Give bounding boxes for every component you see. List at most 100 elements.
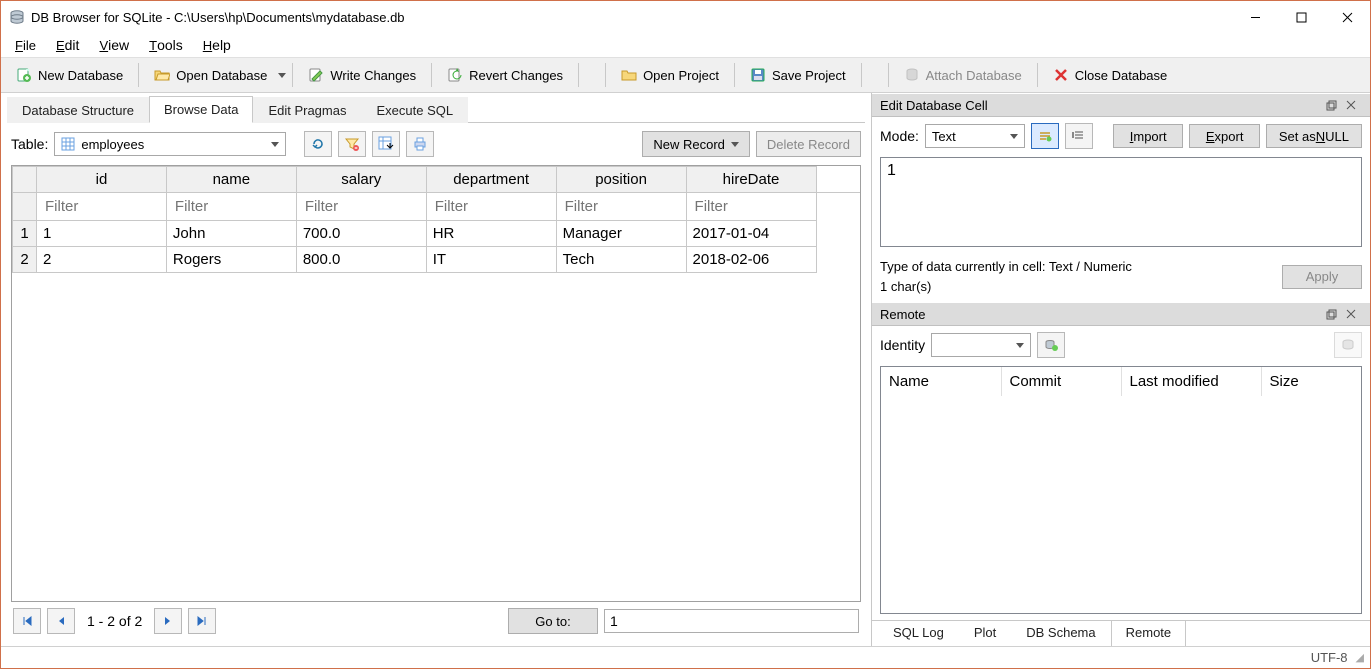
close-panel-icon[interactable] [1346,309,1362,319]
delete-record-button[interactable]: Delete Record [756,131,861,157]
resize-grip-icon[interactable]: ◢ [1356,651,1362,664]
bottom-tab-remote[interactable]: Remote [1111,621,1187,647]
mode-select[interactable]: Text [925,124,1025,148]
filter-name[interactable] [173,197,290,216]
save-table-button[interactable] [372,131,400,157]
bottom-tab-db-schema[interactable]: DB Schema [1011,621,1110,647]
remote-col-last-modified[interactable]: Last modified [1121,367,1261,396]
identity-refresh-button[interactable] [1037,332,1065,358]
menu-edit[interactable]: Edit [48,35,87,55]
set-null-button[interactable]: Set as NULL [1266,124,1362,148]
import-button[interactable]: Import [1113,124,1183,148]
bottom-tab-sql-log[interactable]: SQL Log [878,621,959,647]
menu-file[interactable]: File [7,35,44,55]
close-database-label: Close Database [1075,68,1168,83]
cell-hiredate[interactable]: 2017-01-04 [686,221,816,247]
cell-salary[interactable]: 800.0 [296,247,426,273]
column-header-row: id name salary department position hireD… [13,167,861,193]
column-header-id[interactable]: id [37,167,167,193]
close-button[interactable] [1324,1,1370,33]
close-panel-icon[interactable] [1346,100,1362,110]
cell-value-textarea[interactable]: 1 [880,157,1362,247]
apply-button[interactable]: Apply [1282,265,1362,289]
cell-id[interactable]: 2 [37,247,167,273]
table-select-value: employees [81,137,144,152]
revert-changes-label: Revert Changes [469,68,563,83]
column-header-name[interactable]: name [166,167,296,193]
chevron-down-icon [731,142,739,147]
row-number[interactable]: 1 [13,221,37,247]
column-header-hiredate[interactable]: hireDate [686,167,816,193]
clear-filters-button[interactable] [338,131,366,157]
new-record-button[interactable]: New Record [642,131,750,157]
open-project-button[interactable]: Open Project [612,62,728,88]
bottom-tab-plot[interactable]: Plot [959,621,1011,647]
cell-department[interactable]: HR [426,221,556,247]
edit-cell-title: Edit Database Cell [880,98,1322,113]
toolbar-separator [1037,63,1038,87]
print-button[interactable] [406,131,434,157]
cell-name[interactable]: Rogers [166,247,296,273]
remote-col-commit[interactable]: Commit [1001,367,1121,396]
column-header-salary[interactable]: salary [296,167,426,193]
filter-hiredate[interactable] [693,197,810,216]
tab-browse-data[interactable]: Browse Data [149,96,253,123]
push-button[interactable] [1334,332,1362,358]
remote-col-name[interactable]: Name [881,367,1001,396]
cell-position[interactable]: Manager [556,221,686,247]
undock-icon[interactable] [1326,309,1342,320]
tab-database-structure[interactable]: Database Structure [7,97,149,123]
filter-department[interactable] [433,197,550,216]
filter-salary[interactable] [303,197,420,216]
revert-changes-button[interactable]: Revert Changes [438,62,572,88]
menu-help[interactable]: Help [195,35,239,55]
write-changes-button[interactable]: Write Changes [299,62,425,88]
cell-id[interactable]: 1 [37,221,167,247]
maximize-button[interactable] [1278,1,1324,33]
tab-execute-sql[interactable]: Execute SQL [361,97,468,123]
remote-table[interactable]: Name Commit Last modified Size [880,366,1362,614]
attach-database-icon [904,67,920,83]
tab-edit-pragmas[interactable]: Edit Pragmas [253,97,361,123]
open-database-dropdown[interactable] [278,73,286,78]
cell-department[interactable]: IT [426,247,556,273]
close-database-button[interactable]: Close Database [1044,62,1177,88]
row-number[interactable]: 2 [13,247,37,273]
table-row[interactable]: 2 2 Rogers 800.0 IT Tech 2018-02-06 [13,247,861,273]
new-database-button[interactable]: New Database [7,62,132,88]
remote-col-size[interactable]: Size [1261,367,1362,396]
table-row[interactable]: 1 1 John 700.0 HR Manager 2017-01-04 [13,221,861,247]
pager-last-button[interactable] [188,608,216,634]
encoding-indicator: UTF-8 [1311,650,1348,665]
cell-position[interactable]: Tech [556,247,686,273]
minimize-button[interactable] [1232,1,1278,33]
pager-first-button[interactable] [13,608,41,634]
save-project-button[interactable]: Save Project [741,62,855,88]
menu-tools[interactable]: Tools [141,35,191,55]
open-database-button[interactable]: Open Database [145,62,276,88]
cell-salary[interactable]: 700.0 [296,221,426,247]
open-database-label: Open Database [176,68,267,83]
data-grid: id name salary department position hireD… [11,165,861,602]
pager-prev-button[interactable] [47,608,75,634]
menu-view[interactable]: View [91,35,137,55]
column-header-position[interactable]: position [556,167,686,193]
toggle-wrap-button[interactable] [1031,123,1059,149]
cell-name[interactable]: John [166,221,296,247]
filter-position[interactable] [563,197,680,216]
export-button[interactable]: Export [1189,124,1259,148]
goto-button[interactable]: Go to: [508,608,598,634]
table-select[interactable]: employees [54,132,286,156]
mode-label: Mode: [880,128,919,144]
attach-database-button[interactable]: Attach Database [895,62,1031,88]
identity-select[interactable] [931,333,1031,357]
pager-next-button[interactable] [154,608,182,634]
goto-input[interactable] [604,609,859,633]
filter-id[interactable] [43,197,160,216]
undock-icon[interactable] [1326,100,1342,111]
indent-button[interactable] [1065,123,1093,149]
cell-hiredate[interactable]: 2018-02-06 [686,247,816,273]
new-record-label: New Record [653,137,725,152]
refresh-button[interactable] [304,131,332,157]
column-header-department[interactable]: department [426,167,556,193]
